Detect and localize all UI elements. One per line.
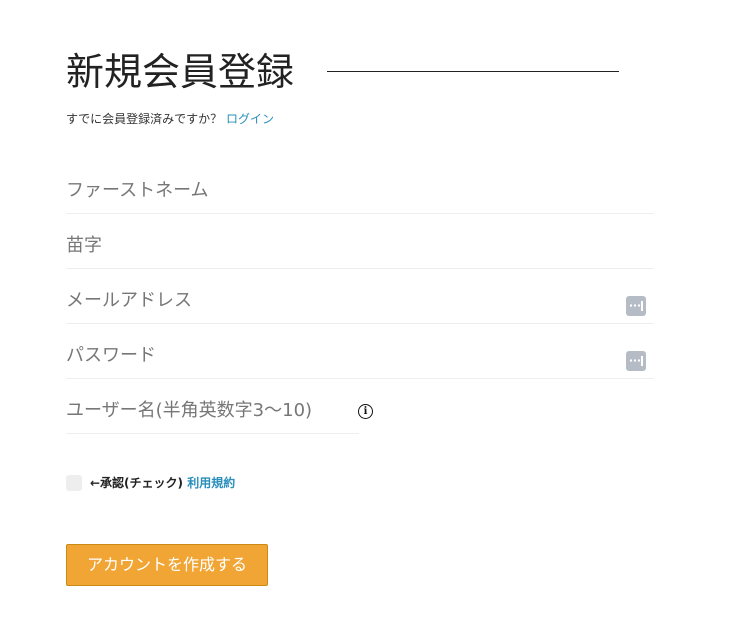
- last-name-input[interactable]: [66, 222, 654, 268]
- title-divider: [327, 71, 619, 72]
- terms-link[interactable]: 利用規約: [187, 476, 235, 490]
- username-field: [66, 387, 359, 434]
- pm-bar: [641, 356, 643, 366]
- username-input[interactable]: [66, 387, 359, 433]
- first-name-field: [66, 167, 654, 214]
- login-prompt: すでに会員登録済みですか？ ログイン: [66, 110, 274, 128]
- pm-dots: [629, 359, 640, 362]
- password-manager-icon[interactable]: [626, 351, 646, 371]
- login-link[interactable]: ログイン: [226, 112, 274, 126]
- password-manager-icon[interactable]: [626, 296, 646, 316]
- pm-bar: [641, 301, 643, 311]
- info-icon[interactable]: i: [358, 404, 373, 419]
- pm-dots: [629, 304, 640, 307]
- last-name-field: [66, 222, 654, 269]
- terms-checkbox[interactable]: [66, 475, 82, 491]
- email-input[interactable]: [66, 277, 654, 323]
- page-header: 新規会員登録: [66, 44, 626, 100]
- terms-label: ←承認(チェック) 利用規約: [90, 474, 235, 492]
- password-input[interactable]: [66, 332, 654, 378]
- first-name-input[interactable]: [66, 167, 654, 213]
- page-title: 新規会員登録: [66, 50, 295, 94]
- password-field: [66, 332, 654, 379]
- terms-label-text: ←承認(チェック): [90, 476, 184, 490]
- create-account-button[interactable]: アカウントを作成する: [66, 544, 268, 586]
- login-prompt-text: すでに会員登録済みですか？: [66, 112, 223, 126]
- email-field: [66, 277, 654, 324]
